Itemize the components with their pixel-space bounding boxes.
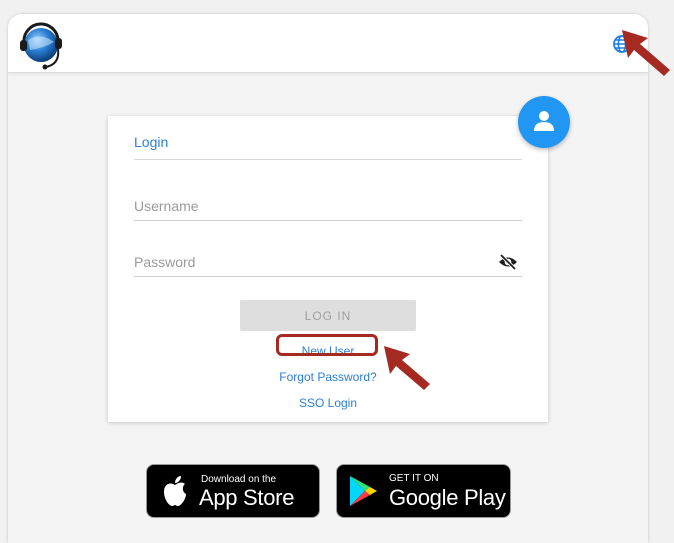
eye-slash-icon[interactable] xyxy=(498,253,518,271)
login-button[interactable]: LOG IN xyxy=(240,300,416,331)
apple-icon xyxy=(164,476,186,506)
login-card: Login LOG IN New User Forgot Password? S… xyxy=(108,116,548,422)
user-avatar-button[interactable] xyxy=(518,96,570,148)
forgot-password-link[interactable]: Forgot Password? xyxy=(108,370,548,384)
top-bar xyxy=(8,14,648,73)
google-play-button[interactable]: GET IT ON Google Play xyxy=(336,464,511,518)
app-store-big-text: App Store xyxy=(199,485,295,510)
headset-globe-logo-icon xyxy=(16,18,66,70)
app-store-small-text: Download on the xyxy=(201,474,277,485)
google-play-small-text: GET IT ON xyxy=(389,473,439,484)
username-input[interactable] xyxy=(134,194,484,218)
annotation-arrow-globe xyxy=(622,30,670,76)
password-input[interactable] xyxy=(134,250,484,274)
google-play-big-text: Google Play xyxy=(389,485,506,510)
google-play-icon xyxy=(350,476,377,506)
new-user-highlight xyxy=(276,334,378,356)
app-window: Login LOG IN New User Forgot Password? S… xyxy=(8,14,648,543)
password-field xyxy=(134,250,522,277)
login-title: Login xyxy=(134,134,522,160)
username-field xyxy=(134,194,522,221)
sso-login-link[interactable]: SSO Login xyxy=(108,396,548,410)
annotation-arrow-new-user xyxy=(384,346,430,390)
app-store-button[interactable]: Download on the App Store xyxy=(146,464,320,518)
user-icon xyxy=(534,111,554,131)
